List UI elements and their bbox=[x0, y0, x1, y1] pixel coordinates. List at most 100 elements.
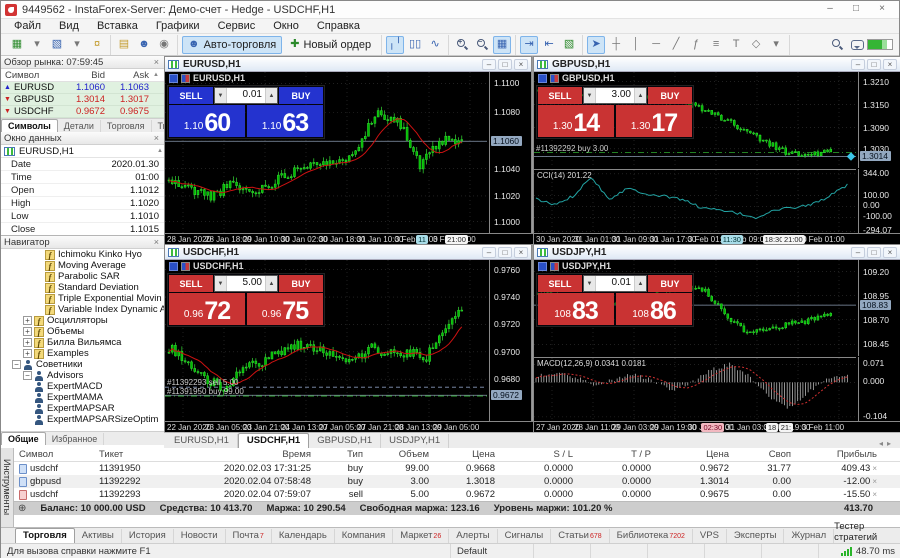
auto-scroll-icon[interactable]: ⇤ bbox=[540, 36, 558, 54]
scroll-right-icon[interactable]: ▸ bbox=[887, 439, 895, 448]
tree-item[interactable]: Ichimoku Kinko Hyo bbox=[1, 249, 164, 260]
volume-decrease-button[interactable]: ▼ bbox=[584, 88, 596, 103]
menu-item-графики[interactable]: Графики bbox=[147, 19, 209, 34]
close-position-icon[interactable]: × bbox=[872, 490, 877, 499]
maximize-button[interactable]: □ bbox=[867, 59, 881, 70]
maximize-button[interactable]: □ bbox=[498, 59, 512, 70]
symbols-icon[interactable]: ▤ bbox=[115, 36, 133, 54]
search-icon[interactable] bbox=[828, 36, 846, 54]
collapse-icon[interactable]: − bbox=[23, 371, 32, 380]
accounts-icon[interactable]: ☻ bbox=[135, 36, 153, 54]
maximize-button[interactable]: □ bbox=[843, 2, 869, 17]
terminal-tab-календарь[interactable]: Календарь bbox=[272, 529, 335, 543]
expand-icon[interactable]: + bbox=[23, 316, 32, 325]
menu-item-справка[interactable]: Справка bbox=[308, 19, 369, 34]
column-8[interactable]: Цена bbox=[656, 449, 734, 460]
column-bid[interactable]: Bid bbox=[65, 70, 109, 81]
buy-button[interactable]: BUY bbox=[279, 275, 323, 292]
signals-icon[interactable]: ◉ bbox=[155, 36, 173, 54]
chart-plot[interactable]: GBPUSD,H1#11392292 buy 3.00SELL▼3.00▲BUY… bbox=[534, 72, 856, 168]
tree-item[interactable]: +Объемы bbox=[1, 326, 164, 337]
minimize-button[interactable]: – bbox=[817, 2, 843, 17]
sell-button[interactable]: SELL bbox=[538, 275, 582, 292]
chart-window-titlebar[interactable]: GBPUSD,H1–□× bbox=[534, 57, 900, 72]
sell-price[interactable]: 0.9672 bbox=[169, 293, 245, 325]
line-chart-icon[interactable]: ∿ bbox=[426, 36, 444, 54]
terminal-tab-история[interactable]: История bbox=[122, 529, 174, 543]
chart-plot[interactable]: USDCHF,H1#11392293 sell 5.00#11391950 bu… bbox=[165, 260, 487, 421]
chart-window-titlebar[interactable]: EURUSD,H1–□× bbox=[165, 57, 531, 72]
terminal-tab-библиотека[interactable]: Библиотека7202 bbox=[610, 529, 693, 543]
tab-Детали[interactable]: Детали bbox=[58, 120, 101, 132]
channel-icon[interactable]: ≡ bbox=[707, 36, 725, 54]
terminal-tab-активы[interactable]: Активы bbox=[75, 529, 122, 543]
column-7[interactable]: T / P bbox=[578, 449, 656, 460]
tree-item[interactable]: Triple Exponential Movin bbox=[1, 293, 164, 304]
chart-tab-usdjpyh1[interactable]: USDJPY,H1 bbox=[381, 434, 449, 448]
minimize-button[interactable]: – bbox=[851, 247, 865, 258]
tree-item[interactable]: −Советники bbox=[1, 359, 164, 370]
menu-item-файл[interactable]: Файл bbox=[5, 19, 50, 34]
tree-item[interactable]: ExpertMAPSAR bbox=[1, 403, 164, 414]
indicator-plot[interactable]: MACD(12,26,9) 0.0341 0.0181 bbox=[534, 357, 856, 421]
scroll-up-icon[interactable]: ▲ bbox=[157, 148, 163, 154]
buy-button[interactable]: BUY bbox=[279, 87, 323, 104]
sell-button[interactable]: SELL bbox=[169, 87, 213, 104]
volume-decrease-button[interactable]: ▼ bbox=[215, 88, 227, 103]
expand-icon[interactable]: + bbox=[23, 349, 32, 358]
tree-item[interactable]: Moving Average bbox=[1, 260, 164, 271]
volume-decrease-button[interactable]: ▼ bbox=[215, 276, 227, 291]
terminal-tab-сигналы[interactable]: Сигналы bbox=[498, 529, 552, 543]
volume-increase-button[interactable]: ▲ bbox=[634, 276, 646, 291]
chart-window-titlebar[interactable]: USDJPY,H1–□× bbox=[534, 245, 900, 260]
trade-row[interactable]: usdchf113919502020.02.03 17:31:25buy99.0… bbox=[14, 462, 900, 475]
tab-Тик[interactable]: Тик bbox=[152, 120, 165, 132]
sell-price[interactable]: 1.1060 bbox=[169, 105, 245, 137]
terminal-tab-vps[interactable]: VPS bbox=[693, 529, 727, 543]
chart-tab-usdchfh1[interactable]: USDCHF,H1 bbox=[238, 433, 309, 448]
tree-item[interactable]: Parabolic SAR bbox=[1, 271, 164, 282]
volume-input[interactable]: 0.01 bbox=[596, 276, 634, 291]
status-profile[interactable]: Default bbox=[451, 544, 534, 558]
column-10[interactable]: Прибыль bbox=[796, 449, 882, 460]
chart-shift-icon[interactable]: ⇥ bbox=[520, 36, 538, 54]
column-ask[interactable]: Ask bbox=[109, 70, 153, 81]
tree-item[interactable]: Variable Index Dynamic A bbox=[1, 304, 164, 315]
market-watch-row[interactable]: ▼USDCHF0.96720.9675 bbox=[1, 106, 164, 118]
close-icon[interactable]: × bbox=[152, 57, 161, 67]
trade-row[interactable]: usdchf113922932020.02.04 07:59:07sell5.0… bbox=[14, 488, 900, 501]
close-position-icon[interactable]: × bbox=[872, 477, 877, 486]
terminal-tab-маркет[interactable]: Маркет26 bbox=[393, 529, 449, 543]
minimize-button[interactable]: – bbox=[851, 59, 865, 70]
column-0[interactable]: Символ bbox=[14, 449, 94, 460]
collapse-icon[interactable]: − bbox=[12, 360, 21, 369]
tree-item[interactable]: Standard Deviation bbox=[1, 282, 164, 293]
terminal-tab-компания[interactable]: Компания bbox=[335, 529, 393, 543]
maximize-button[interactable]: □ bbox=[867, 247, 881, 258]
volume-increase-button[interactable]: ▲ bbox=[634, 88, 646, 103]
column-3[interactable]: Тип bbox=[316, 449, 368, 460]
instruments-side-tab[interactable]: Инструменты bbox=[1, 448, 14, 527]
dropdown-icon[interactable]: ▾ bbox=[767, 36, 785, 54]
close-button[interactable]: × bbox=[883, 247, 897, 258]
buy-price[interactable]: 0.9675 bbox=[247, 293, 323, 325]
autotrade-button[interactable]: ☻Авто-торговля bbox=[182, 36, 282, 54]
dropdown-icon[interactable]: ▾ bbox=[28, 36, 46, 54]
fibonacci-icon[interactable]: ƒ bbox=[687, 36, 705, 54]
terminal-tab-журнал[interactable]: Журнал bbox=[784, 529, 834, 543]
profiles-icon[interactable]: ▧ bbox=[48, 36, 66, 54]
crosshair-icon[interactable]: ┼ bbox=[607, 36, 625, 54]
menu-item-окно[interactable]: Окно bbox=[264, 19, 308, 34]
volume-input[interactable]: 5.00 bbox=[227, 276, 265, 291]
strategy-tester-link[interactable]: Тестер стратегий bbox=[834, 521, 900, 543]
menu-item-вид[interactable]: Вид bbox=[50, 19, 88, 34]
chart-plot[interactable]: USDJPY,H1SELL▼0.01▲BUY1088310886 bbox=[534, 260, 856, 356]
tab-Избранное[interactable]: Избранное bbox=[46, 433, 105, 445]
tree-item[interactable]: ExpertMAMA bbox=[1, 392, 164, 403]
tab-Символы[interactable]: Символы bbox=[1, 119, 58, 132]
tree-item[interactable]: ExpertMACD bbox=[1, 381, 164, 392]
cursor-icon[interactable]: ➤ bbox=[587, 36, 605, 54]
menu-item-сервис[interactable]: Сервис bbox=[209, 19, 265, 34]
terminal-tab-алерты[interactable]: Алерты bbox=[449, 529, 497, 543]
minimize-button[interactable]: – bbox=[482, 59, 496, 70]
